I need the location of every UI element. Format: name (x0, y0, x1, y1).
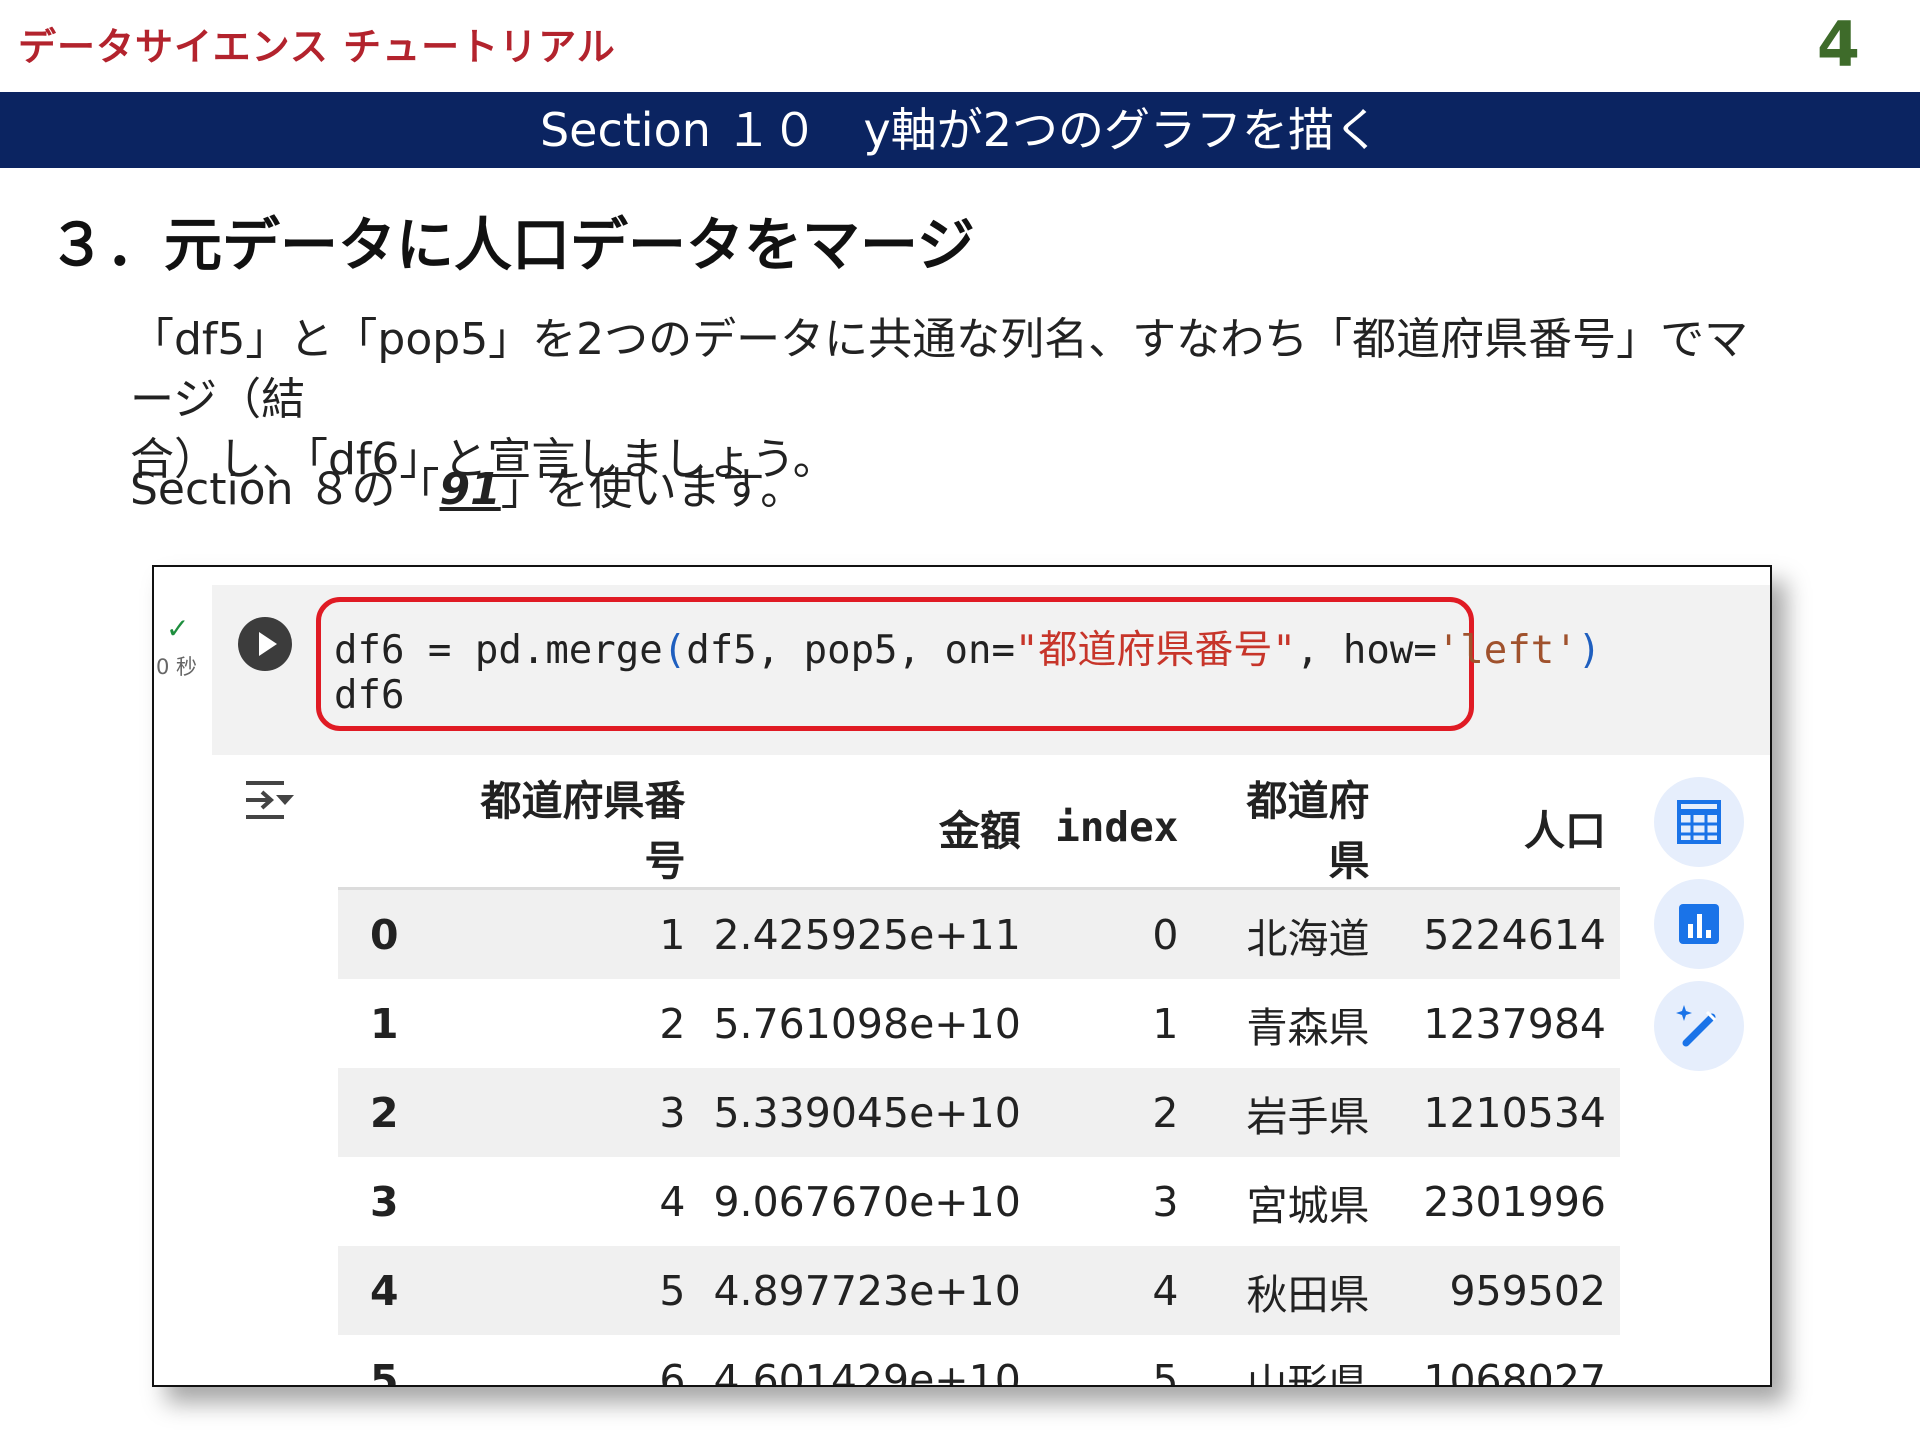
brand-title: データサイエンス チュートリアル (18, 25, 616, 69)
table-row: 5 6 4.601429e+10 5 山形県 1068027 (338, 1335, 1620, 1387)
table-icon (1677, 800, 1721, 844)
header-prefecture-code: 都道府県番号 (451, 767, 700, 890)
table-row: 4 5 4.897723e+10 4 秋田県 959502 (338, 1246, 1620, 1335)
section-title-bar: Section １０ y軸が2つのグラフを描く (0, 92, 1920, 168)
cell-amount: 2.425925e+11 (699, 888, 1035, 979)
cell-prefecture-code: 3 (451, 1068, 700, 1157)
cell-prefecture-code: 5 (451, 1246, 700, 1335)
magic-wand-button[interactable] (1654, 981, 1744, 1071)
cell-prefecture-code: 1 (451, 888, 700, 979)
page-number: 4 (1816, 8, 1860, 81)
output-toggle-icon[interactable] (240, 775, 298, 825)
row-index: 3 (370, 1177, 399, 1226)
cell-prefecture: 青森県 (1246, 1003, 1370, 1052)
cell-population: 1068027 (1423, 1355, 1606, 1387)
row-index: 5 (370, 1355, 399, 1387)
code-line-1[interactable]: df6 = pd.merge(df5, pop5, on="都道府県番号", h… (334, 619, 1601, 675)
cell-index: 3 (1152, 1177, 1179, 1226)
cell-prefecture: 北海道 (1192, 888, 1384, 979)
row-index: 0 (338, 888, 452, 979)
reference-suffix: 」を使います。 (500, 464, 805, 515)
cell-prefecture: 宮城県 (1246, 1181, 1370, 1230)
chart-suggestion-button[interactable] (1654, 879, 1744, 969)
cell-index: 2 (1034, 1068, 1193, 1157)
cell-population: 5224614 (1383, 888, 1620, 979)
cell-population: 959502 (1383, 1246, 1620, 1335)
cell-population: 2301996 (1423, 1177, 1606, 1226)
check-icon: ✓ (166, 612, 190, 645)
magic-wand-icon (1676, 1005, 1717, 1047)
cell-population: 1210534 (1383, 1068, 1620, 1157)
notebook-screenshot: ✓ 0 秒 df6 = pd.merge(df5, pop5, on="都道府県… (152, 565, 1772, 1387)
cell-prefecture: 秋田県 (1192, 1246, 1384, 1335)
table-row: 2 3 5.339045e+10 2 岩手県 1210534 (338, 1068, 1620, 1157)
cell-index: 1 (1152, 999, 1179, 1048)
table-row: 0 1 2.425925e+11 0 北海道 5224614 (338, 888, 1620, 979)
execution-time: 0 秒 (156, 655, 198, 679)
header-amount: 金額 (699, 767, 1035, 890)
header-population: 人口 (1383, 767, 1620, 890)
table-header-row: 都道府県番号 金額 index 都道府県 人口 (338, 767, 1620, 890)
play-icon[interactable] (238, 617, 292, 671)
table-row: 3 4 9.067670e+10 3 宮城県 2301996 (338, 1157, 1620, 1246)
page-heading: ３．元データに人口データをマージ (48, 211, 975, 279)
header-prefecture: 都道府県 (1192, 767, 1384, 890)
cell-index: 4 (1034, 1246, 1193, 1335)
header-index (338, 767, 452, 890)
bar-chart-icon (1679, 904, 1719, 944)
cell-amount: 4.897723e+10 (699, 1246, 1035, 1335)
cell-index: 5 (1152, 1355, 1179, 1387)
dataframe-table: 都道府県番号 金額 index 都道府県 人口 0 1 2.425925e+11… (338, 767, 1620, 1387)
cell-amount: 5.339045e+10 (699, 1068, 1035, 1157)
table-view-button[interactable] (1654, 777, 1744, 867)
reference-prefix: Section ８の「 (130, 464, 440, 515)
row-index: 4 (338, 1246, 452, 1335)
row-index: 1 (370, 999, 399, 1048)
row-index: 2 (338, 1068, 452, 1157)
cell-gutter: ✓ 0 秒 (154, 567, 210, 1385)
cell-amount: 5.761098e+10 (713, 999, 1021, 1048)
reference-number: 91 (439, 464, 501, 515)
reference-line: Section ８の「91」を使います。 (130, 460, 804, 520)
code-line-2[interactable]: df6 (334, 673, 404, 718)
cell-prefecture-code: 2 (659, 999, 686, 1048)
cell-prefecture: 岩手県 (1192, 1068, 1384, 1157)
table-row: 1 2 5.761098e+10 1 青森県 1237984 (338, 979, 1620, 1068)
paragraph-line-1: 「df5」と「pop5」を2つのデータに共通な列名、すなわち「都道府県番号」でマ… (130, 314, 1749, 425)
cell-index: 0 (1034, 888, 1193, 979)
cell-prefecture-code: 6 (659, 1355, 686, 1387)
section-title: Section １０ y軸が2つのグラフを描く (539, 103, 1381, 157)
cell-prefecture: 山形県 (1246, 1359, 1370, 1387)
header-index-col: index (1034, 767, 1193, 890)
cell-population: 1237984 (1423, 999, 1606, 1048)
cell-prefecture-code: 4 (659, 1177, 686, 1226)
cell-amount: 4.601429e+10 (713, 1355, 1021, 1387)
cell-amount: 9.067670e+10 (713, 1177, 1021, 1226)
